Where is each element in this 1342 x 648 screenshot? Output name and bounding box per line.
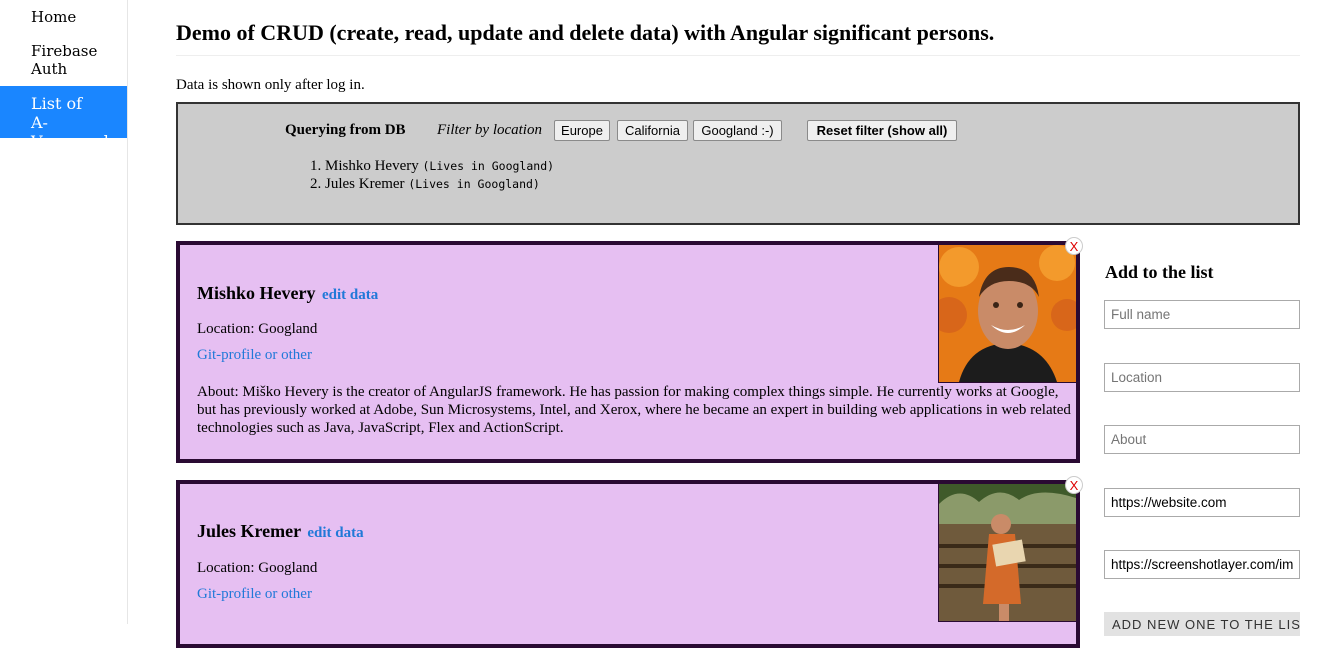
sidebar-item-label: List of A-Vanguard [31,94,109,151]
person-card: Jules Kremer edit data Location: Googlan… [176,480,1080,648]
add-new-button[interactable]: ADD NEW ONE TO THE LIST [1104,612,1300,636]
git-profile-link[interactable]: Git-profile or other [197,586,312,603]
login-notice: Data is shown only after log in. [176,77,365,93]
page-title: Demo of CRUD (create, read, update and d… [176,20,995,45]
person-photo [938,245,1076,383]
delete-person-button[interactable]: X [1065,237,1083,255]
person-location: Location: Googland [197,560,318,576]
result-note: (Lives in Googland) [422,159,555,173]
person-about: About: Miško Hevery is the creator of An… [197,384,1071,436]
git-profile-link[interactable]: Git-profile or other [197,347,312,364]
about-input[interactable] [1104,425,1300,454]
query-panel: Querying from DB Filter by location Euro… [176,102,1300,225]
person-name: Mishko Hevery edit data [197,283,379,303]
edit-data-link[interactable]: edit data [322,287,378,303]
sidebar-item-firebase-auth[interactable]: Firebase Auth [0,42,127,78]
filter-california-button[interactable]: California [617,120,688,141]
reset-filter-button[interactable]: Reset filter (show all) [807,120,957,141]
sidebar-item-list-a-vanguard[interactable]: List of A-Vanguard [0,86,127,151]
edit-data-link[interactable]: edit data [307,525,363,541]
result-name: Mishko Hevery [325,158,419,174]
result-note: (Lives in Googland) [408,177,540,191]
add-form-title: Add to the list [1105,262,1214,282]
list-item: Mishko Hevery (Lives in Googland) [325,157,554,175]
person-card: Mishko Hevery edit data Location: Googla… [176,241,1080,463]
filter-googland-button[interactable]: Googland :-) [693,120,782,141]
person-photo [938,484,1076,622]
query-label: Querying from DB [285,122,406,138]
filter-label: Filter by location [437,122,542,138]
image-url-input[interactable] [1104,550,1300,579]
person-location: Location: Googland [197,321,318,337]
list-item: Jules Kremer (Lives in Googland) [325,175,554,193]
person-name: Jules Kremer edit data [197,521,364,541]
website-input[interactable] [1104,488,1300,517]
title-divider [176,55,1300,56]
query-results: Mishko Hevery (Lives in Googland) Jules … [309,157,554,193]
location-input[interactable] [1104,363,1300,392]
sidebar-item-home[interactable]: Home [0,8,127,26]
full-name-input[interactable] [1104,300,1300,329]
delete-person-button[interactable]: X [1065,476,1083,494]
filter-europe-button[interactable]: Europe [554,120,610,141]
sidebar: Home Firebase Auth List of A-Vanguard [0,0,128,624]
result-name: Jules Kremer [325,176,405,192]
